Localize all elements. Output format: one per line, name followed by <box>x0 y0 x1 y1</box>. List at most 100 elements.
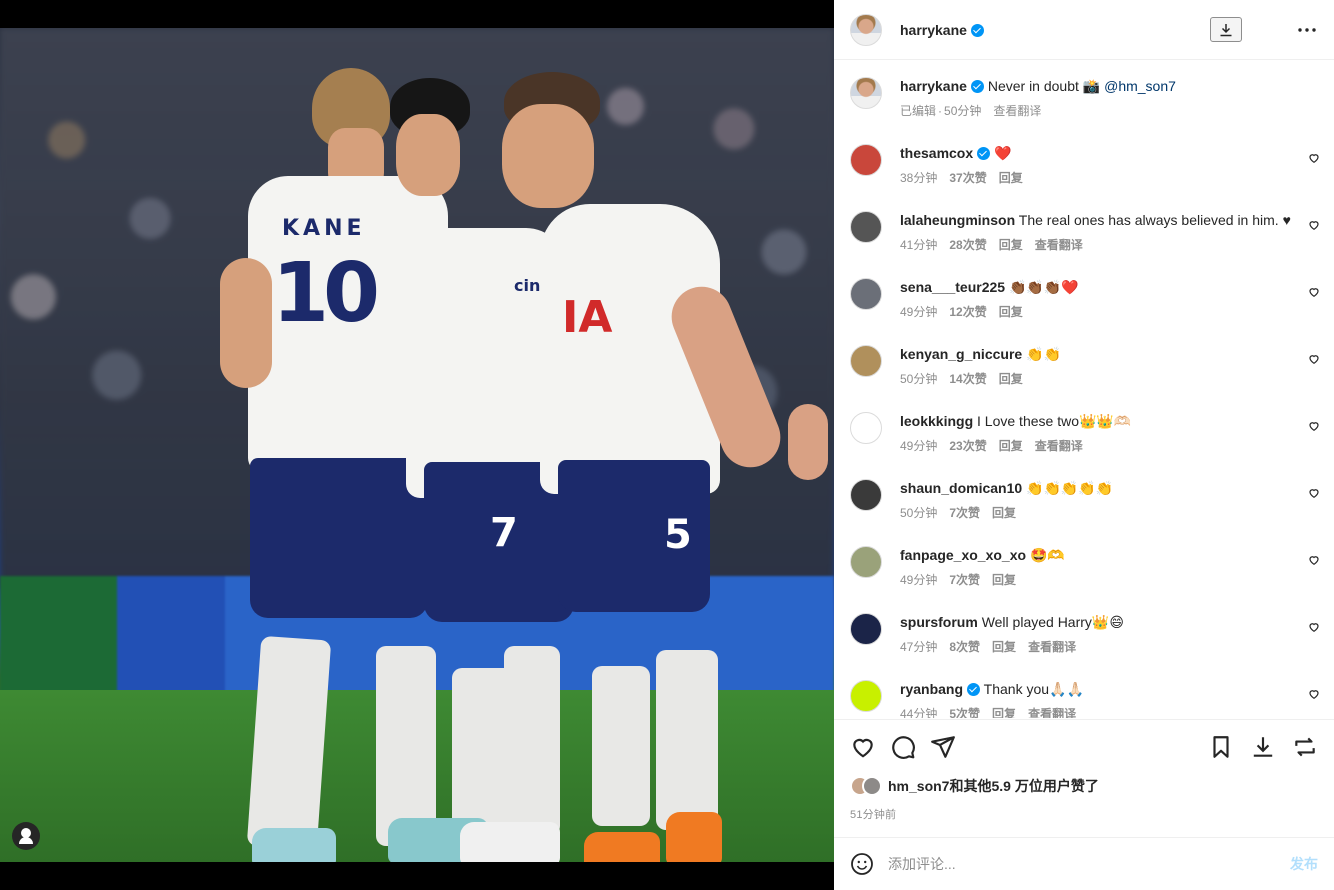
reply-button[interactable]: 回复 <box>992 707 1016 718</box>
reply-button[interactable]: 回复 <box>999 439 1023 453</box>
caption-mention[interactable]: @hm_son7 <box>1104 78 1176 94</box>
kane-shirt-name: KANE <box>282 216 366 241</box>
comment-likes[interactable]: 28次赞 <box>949 238 986 252</box>
comment-likes[interactable]: 12次赞 <box>949 305 986 319</box>
commenter-avatar[interactable] <box>850 144 882 176</box>
comment-like-heart-icon[interactable] <box>1308 353 1320 365</box>
translate-button[interactable]: 查看翻译 <box>1028 707 1076 718</box>
comment-like-heart-icon[interactable] <box>1308 219 1320 231</box>
comment-likes[interactable]: 37次赞 <box>949 171 986 185</box>
comment-like-heart-icon[interactable] <box>1308 286 1320 298</box>
comment-like-heart-icon[interactable] <box>1308 621 1320 633</box>
comment-text-line: fanpage_xo_xo_xo 🤩🫶 <box>900 546 1290 564</box>
comment-text-line: sena___teur225 👏🏾👏🏾👏🏾❤️ <box>900 278 1290 296</box>
comment-time: 50分钟 <box>900 506 938 520</box>
download-button[interactable] <box>1210 17 1242 42</box>
comment-composer: 添加评论... 发布 <box>834 837 1334 890</box>
translate-button[interactable]: 查看翻译 <box>1035 439 1083 453</box>
comment-row: lalaheungminson The real ones has always… <box>850 211 1320 271</box>
commenter-avatar[interactable] <box>850 278 882 310</box>
likes-text[interactable]: hm_son7和其他5.9 万位用户赞了 <box>888 776 1099 796</box>
comment-row: kenyan_g_niccure 👏👏 50分钟 14次赞 回复 <box>850 345 1320 405</box>
reply-button[interactable]: 回复 <box>992 506 1016 520</box>
tagged-people-icon[interactable] <box>12 822 40 850</box>
reply-button[interactable]: 回复 <box>992 573 1016 587</box>
commenter-username[interactable]: kenyan_g_niccure <box>900 346 1022 362</box>
action-bar: hm_son7和其他5.9 万位用户赞了 51分钟前 <box>834 719 1334 837</box>
reply-button[interactable]: 回复 <box>999 305 1023 319</box>
comment-meta: 41分钟 28次赞 回复 查看翻译 <box>900 236 1290 253</box>
commenter-avatar[interactable] <box>850 479 882 511</box>
comment-text: 👏🏾👏🏾👏🏾❤️ <box>1008 279 1079 295</box>
download-icon <box>1220 23 1232 36</box>
reply-button[interactable]: 回复 <box>999 171 1023 185</box>
share-icon[interactable] <box>930 734 956 760</box>
comment-likes[interactable]: 8次赞 <box>949 640 980 654</box>
comments-list[interactable]: harrykane Never in doubt 📸 @hm_son7 已编辑 ·… <box>834 61 1334 718</box>
comment-meta: 49分钟 23次赞 回复 查看翻译 <box>900 437 1290 454</box>
hojbjerg-shirt-letters: IA <box>562 292 613 343</box>
caption-author[interactable]: harrykane <box>900 78 967 94</box>
comment-text: ❤️ <box>994 145 1012 161</box>
comment-like-heart-icon[interactable] <box>1308 152 1320 164</box>
commenter-username[interactable]: ryanbang <box>900 681 963 697</box>
comment-likes[interactable]: 5次赞 <box>949 707 980 718</box>
caption: harrykane Never in doubt 📸 @hm_son7 已编辑 ·… <box>850 77 1320 137</box>
commenter-username[interactable]: sena___teur225 <box>900 279 1005 295</box>
caption-meta: 已编辑 · 50分钟 查看翻译 <box>900 102 1290 119</box>
comment-likes[interactable]: 7次赞 <box>949 573 980 587</box>
caption-text-line: harrykane Never in doubt 📸 @hm_son7 <box>900 77 1290 95</box>
reply-button[interactable]: 回复 <box>999 372 1023 386</box>
hojbjerg-shorts-number: 5 <box>664 512 692 558</box>
author-avatar[interactable] <box>850 13 882 46</box>
comment-row: leokkkingg I Love these two👑👑🫶🏻 49分钟 23次赞回… <box>850 412 1320 472</box>
comment-time: 41分钟 <box>900 238 938 252</box>
post-time-ago: 51分钟前 <box>850 809 897 821</box>
comment-like-heart-icon[interactable] <box>1308 487 1320 499</box>
author-username[interactable]: harrykane <box>900 22 984 38</box>
translate-button[interactable]: 查看翻译 <box>1028 640 1076 654</box>
caption-translate[interactable]: 查看翻译 <box>993 104 1041 118</box>
comment-like-heart-icon[interactable] <box>1308 420 1320 432</box>
commenter-username[interactable]: lalaheungminson <box>900 212 1015 228</box>
commenter-username[interactable]: leokkkingg <box>900 413 973 429</box>
comment-meta: 38分钟 37次赞 回复 <box>900 169 1290 186</box>
post-photo[interactable]: KANE 10 cinch 7 IA 5 <box>0 28 834 862</box>
commenter-username[interactable]: spursforum <box>900 614 978 630</box>
reply-button[interactable]: 回复 <box>992 640 1016 654</box>
commenter-avatar[interactable] <box>850 211 882 243</box>
commenter-avatar[interactable] <box>850 412 882 444</box>
commenter-username[interactable]: shaun_domican10 <box>900 480 1022 496</box>
comment-likes[interactable]: 23次赞 <box>949 439 986 453</box>
commenter-avatar[interactable] <box>850 613 882 645</box>
commenter-avatar[interactable] <box>850 546 882 578</box>
commenter-username[interactable]: thesamcox <box>900 145 973 161</box>
comment-row: spursforum Well played Harry👑😄 47分钟 8次赞 回复查… <box>850 613 1320 673</box>
comment-like-heart-icon[interactable] <box>1308 688 1320 700</box>
translate-button[interactable]: 查看翻译 <box>1035 238 1083 252</box>
commenter-username[interactable]: fanpage_xo_xo_xo <box>900 547 1026 563</box>
commenter-avatar[interactable] <box>850 345 882 377</box>
comment-input[interactable]: 添加评论... <box>888 854 1290 874</box>
comment-meta: 44分钟 5次赞 回复 查看翻译 <box>900 705 1290 718</box>
caption-author-avatar[interactable] <box>850 77 882 109</box>
comment-like-heart-icon[interactable] <box>1308 554 1320 566</box>
bookmark-icon[interactable] <box>1208 734 1234 760</box>
commenter-avatar[interactable] <box>850 680 882 712</box>
emoji-icon[interactable] <box>850 852 874 876</box>
comment-icon[interactable] <box>890 734 916 760</box>
author-name[interactable]: harrykane <box>900 22 967 38</box>
heart-icon[interactable] <box>850 734 876 760</box>
reply-button[interactable]: 回复 <box>999 238 1023 252</box>
comment-likes[interactable]: 7次赞 <box>949 506 980 520</box>
edited-label: 已编辑 <box>900 104 937 118</box>
comment-time: 49分钟 <box>900 439 938 453</box>
post-comment-button[interactable]: 发布 <box>1290 854 1318 874</box>
repost-icon[interactable] <box>1292 734 1318 760</box>
comment-row: thesamcox ❤️ 38分钟 37次赞 回复 <box>850 144 1320 204</box>
more-options-button[interactable] <box>1295 18 1319 42</box>
save-download-icon[interactable] <box>1250 734 1276 760</box>
likes-summary[interactable]: hm_son7和其他5.9 万位用户赞了 <box>850 776 1099 796</box>
comment-likes[interactable]: 14次赞 <box>949 372 986 386</box>
comment-text: Well played Harry👑😄 <box>981 614 1124 630</box>
